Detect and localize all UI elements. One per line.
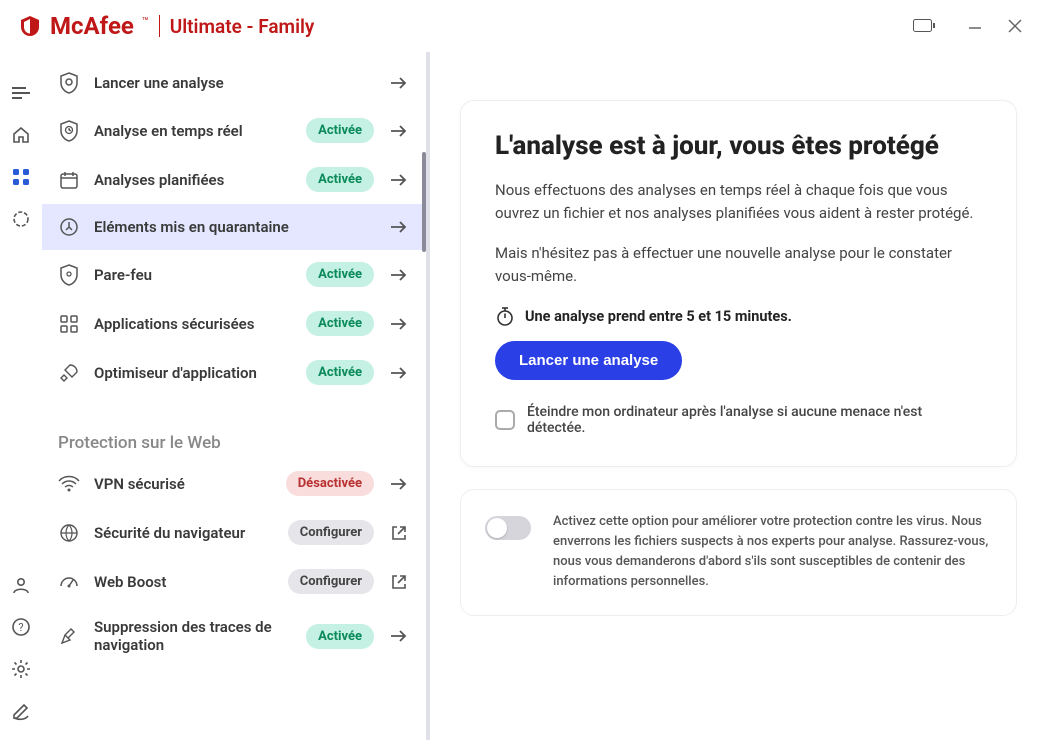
brand-divider (159, 15, 160, 37)
menu-icon[interactable] (10, 82, 32, 104)
sidebar-item-vpn[interactable]: VPN sécurisé Désactivée (42, 459, 426, 508)
arrow-right-icon (388, 313, 410, 335)
checkbox-icon[interactable] (495, 410, 515, 430)
status-badge: Activée (306, 262, 374, 287)
sidebar-item-label: Suppression des traces de navigation (94, 618, 292, 654)
shield-clock-icon (58, 120, 80, 142)
arrow-right-icon (388, 169, 410, 191)
help-icon[interactable]: ? (10, 616, 32, 638)
external-link-icon (388, 571, 410, 593)
status-badge: Activée (306, 311, 374, 336)
status-badge: Activée (306, 624, 374, 649)
sidebar-item-label: Analyses planifiées (94, 171, 292, 189)
nav-rail: ? (0, 52, 42, 740)
product-name: Ultimate - Family (170, 15, 315, 38)
shutdown-after-scan-row[interactable]: Éteindre mon ordinateur après l'analyse … (495, 404, 982, 436)
sidebar-item-quarantine[interactable]: Eléments mis en quarantaine (42, 204, 426, 250)
card-para-2: Mais n'hésitez pas à effectuer une nouve… (495, 242, 982, 287)
edit-icon[interactable] (10, 700, 32, 722)
sidebar-item-web-boost[interactable]: Web Boost Configurer (42, 557, 426, 606)
status-badge: Activée (306, 167, 374, 192)
status-badge: Configurer (288, 520, 374, 545)
sidebar-item-label: Web Boost (94, 573, 274, 591)
arrow-right-icon (388, 362, 410, 384)
wifi-lock-icon (58, 473, 80, 495)
gear-icon[interactable] (10, 658, 32, 680)
sidebar-item-label: Lancer une analyse (94, 74, 374, 92)
status-badge: Configurer (288, 569, 374, 594)
submit-samples-text: Activez cette option pour améliorer votr… (553, 512, 992, 593)
shield-search-icon (58, 72, 80, 94)
close-button[interactable] (995, 6, 1035, 46)
svg-text:?: ? (18, 621, 23, 634)
home-icon[interactable] (10, 124, 32, 146)
calendar-icon (58, 169, 80, 191)
grid-icon[interactable] (10, 166, 32, 188)
sidebar-item-label: VPN sécurisé (94, 475, 272, 493)
scan-duration-hint: Une analyse prend entre 5 et 15 minutes. (495, 305, 982, 327)
arrow-right-icon (388, 120, 410, 142)
mcafee-logo-icon (18, 14, 42, 38)
arrow-right-icon (388, 264, 410, 286)
broom-icon (58, 625, 80, 647)
submit-samples-card: Activez cette option pour améliorer votr… (460, 489, 1017, 616)
titlebar: McAfee ™ Ultimate - Family (0, 0, 1047, 52)
shield-icon (58, 264, 80, 286)
sidebar-item-launch-scan[interactable]: Lancer une analyse (42, 60, 426, 106)
globe-shield-icon (58, 522, 80, 544)
status-badge: Désactivée (286, 471, 374, 496)
scan-status-card: L'analyse est à jour, vous êtes protégé … (460, 100, 1017, 467)
section-web-protection: Protection sur le Web (42, 397, 426, 459)
status-badge: Activée (306, 118, 374, 143)
brand: McAfee ™ (18, 12, 149, 40)
sidebar-item-optimizer[interactable]: Optimiseur d'application Activée (42, 348, 426, 397)
brand-name: McAfee (50, 12, 134, 40)
circle-icon[interactable] (10, 208, 32, 230)
battery-icon (913, 19, 935, 33)
main-content: L'analyse est à jour, vous êtes protégé … (430, 52, 1047, 740)
launch-scan-button[interactable]: Lancer une analyse (495, 341, 682, 380)
quarantine-icon (58, 216, 80, 238)
card-para-1: Nous effectuons des analyses en temps ré… (495, 179, 982, 224)
sidebar-item-scheduled[interactable]: Analyses planifiées Activée (42, 155, 426, 204)
arrow-right-icon (388, 625, 410, 647)
arrow-right-icon (388, 72, 410, 94)
sidebar-item-realtime[interactable]: Analyse en temps réel Activée (42, 106, 426, 155)
sidebar-item-label: Applications sécurisées (94, 315, 292, 333)
sidebar-item-label: Pare-feu (94, 266, 292, 284)
sidebar-item-firewall[interactable]: Pare-feu Activée (42, 250, 426, 299)
sidebar-item-secure-apps[interactable]: Applications sécurisées Activée (42, 299, 426, 348)
status-badge: Activée (306, 360, 374, 385)
checkbox-label: Éteindre mon ordinateur après l'analyse … (527, 404, 982, 436)
sidebar-item-tracker-remover[interactable]: Suppression des traces de navigation Act… (42, 606, 426, 666)
rocket-icon (58, 362, 80, 384)
sidebar: Lancer une analyse Analyse en temps réel… (42, 52, 430, 740)
sidebar-item-label: Sécurité du navigateur (94, 524, 274, 542)
stopwatch-icon (495, 305, 515, 327)
user-icon[interactable] (10, 574, 32, 596)
sidebar-item-label: Eléments mis en quarantaine (94, 218, 374, 236)
sidebar-item-label: Analyse en temps réel (94, 122, 292, 140)
external-link-icon (388, 522, 410, 544)
arrow-right-icon (388, 216, 410, 238)
card-title: L'analyse est à jour, vous êtes protégé (495, 131, 982, 161)
hint-text: Une analyse prend entre 5 et 15 minutes. (525, 308, 792, 325)
minimize-button[interactable] (955, 6, 995, 46)
toggle-switch[interactable] (485, 516, 531, 540)
sidebar-item-label: Optimiseur d'application (94, 364, 292, 382)
sidebar-item-browser-security[interactable]: Sécurité du navigateur Configurer (42, 508, 426, 557)
gauge-icon (58, 571, 80, 593)
apps-icon (58, 313, 80, 335)
arrow-right-icon (388, 473, 410, 495)
